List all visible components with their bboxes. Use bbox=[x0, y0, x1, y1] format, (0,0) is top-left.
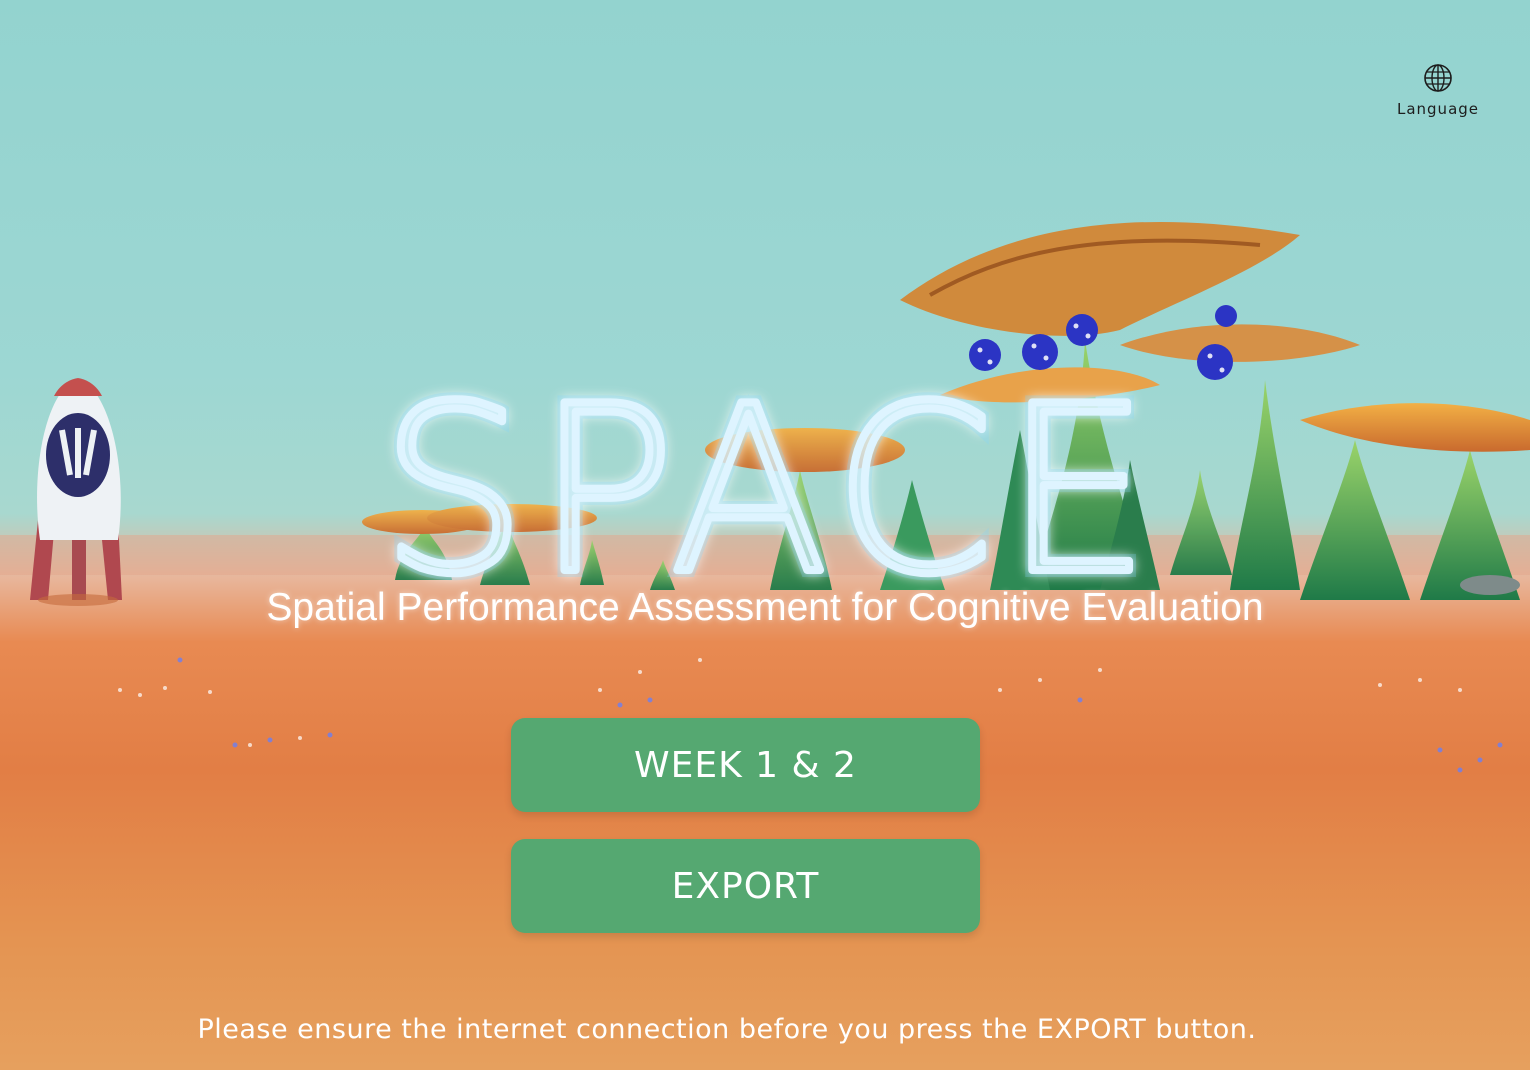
week-1-2-button[interactable]: WEEK 1 & 2 bbox=[511, 718, 980, 812]
week-button-label: WEEK 1 & 2 bbox=[634, 744, 857, 786]
language-label: Language bbox=[1396, 100, 1480, 118]
language-selector[interactable]: Language bbox=[1390, 62, 1486, 122]
space-logo-title: SPACE SPACE bbox=[373, 380, 1159, 600]
rocket-illustration bbox=[30, 378, 122, 606]
logo-text-glow: SPACE bbox=[380, 380, 1159, 600]
internet-notice: Please ensure the internet connection be… bbox=[197, 1014, 1257, 1045]
globe-icon bbox=[1424, 64, 1452, 92]
export-button[interactable]: EXPORT bbox=[511, 839, 980, 933]
subtitle: Spatial Performance Assessment for Cogni… bbox=[266, 586, 1264, 629]
export-button-label: EXPORT bbox=[671, 865, 820, 907]
